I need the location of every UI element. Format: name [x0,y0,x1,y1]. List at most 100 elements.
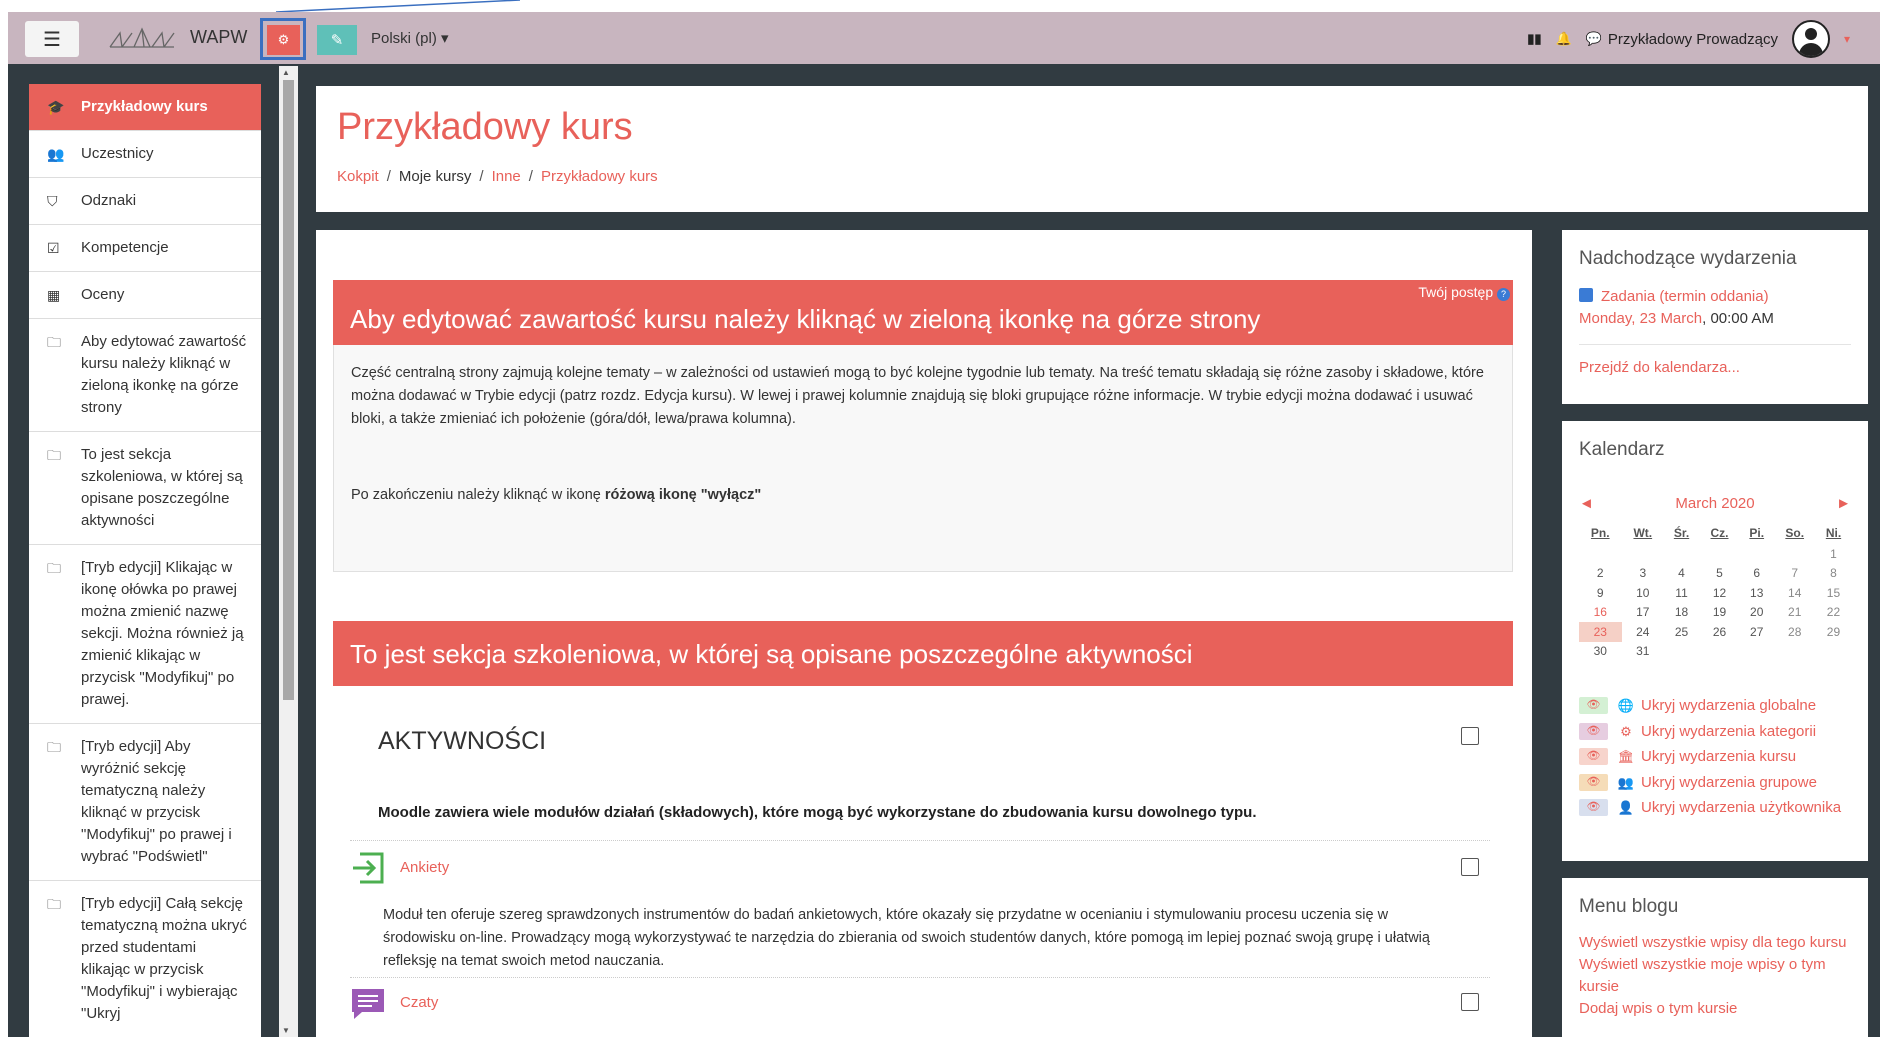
calendar-day[interactable]: 13 [1740,583,1773,603]
prev-month-icon[interactable]: ◄ [1579,495,1594,512]
calendar-day[interactable]: 15 [1816,583,1851,603]
event-filter[interactable]: 👁 👤 Ukryj wydarzenia użytkownika [1579,795,1851,821]
map-icon[interactable]: ▮▮ [1527,31,1541,47]
eye-icon[interactable]: 👁 [1579,697,1608,715]
user-caret-icon[interactable]: ▾ [1844,32,1850,46]
sidebar-scroll-thumb[interactable] [283,80,294,700]
nav-item-course[interactable]: 🎓 Przykładowy kurs [29,84,261,131]
filter-link[interactable]: Ukryj wydarzenia grupowe [1641,770,1817,796]
gear-icon: ⚙ [277,32,290,47]
nav-item[interactable]: 🗀 To jest sekcja szkoleniowa, w której są… [29,432,261,545]
nav-item[interactable]: 🗀 [Tryb edycji] Całą sekcję tematyczną mo… [29,881,261,1037]
progress-indicator[interactable]: Twój postęp ? [1418,284,1510,301]
calendar-day[interactable]: 9 [1579,583,1622,603]
calendar-day[interactable]: 19 [1699,603,1740,623]
calendar-day[interactable]: 16 [1579,603,1622,623]
language-menu[interactable]: Polski (pl) ▾ [371,29,449,47]
blog-link-my-entries[interactable]: Wyświetl wszystkie moje wpisy o tym kurs… [1579,954,1851,998]
nav-item[interactable]: 👥 Uczestnicy [29,131,261,178]
calendar-day[interactable]: 22 [1816,603,1851,623]
activity-link-ankiety[interactable]: Ankiety [400,859,449,876]
section-title[interactable]: To jest sekcja szkoleniowa, w której są … [333,621,1513,686]
goto-calendar-link[interactable]: Przejdź do kalendarza... [1579,359,1740,376]
calendar-day[interactable]: 5 [1699,564,1740,584]
calendar-day[interactable]: 1 [1816,544,1851,564]
calendar-day[interactable]: 3 [1622,564,1665,584]
nav-item[interactable]: ☑ Kompetencje [29,225,261,272]
calendar-day[interactable]: 23 [1579,622,1622,642]
user-name[interactable]: Przykładowy Prowadzący [1608,31,1778,48]
calendar-day[interactable]: 17 [1622,603,1665,623]
calendar-month[interactable]: March 2020 [1675,495,1754,512]
calendar-day[interactable]: 18 [1664,603,1699,623]
filter-link[interactable]: Ukryj wydarzenia kategorii [1641,719,1816,745]
calendar-day[interactable]: 28 [1773,622,1816,642]
site-brand[interactable]: WAPW [190,27,247,48]
calendar-day[interactable]: 12 [1699,583,1740,603]
nav-item[interactable]: 🗀 Aby edytować zawartość kursu należy kli… [29,319,261,432]
event-filters: 👁 🌐 Ukryj wydarzenia globalne 👁 ⚙ Ukryj wydar… [1579,693,1851,821]
calendar-day[interactable]: 10 [1622,583,1665,603]
calendar-day[interactable]: 6 [1740,564,1773,584]
avatar[interactable] [1791,20,1830,58]
calendar-day[interactable]: 11 [1664,583,1699,603]
calendar-day[interactable]: 4 [1664,564,1699,584]
breadcrumb-course[interactable]: Przykładowy kurs [541,168,658,185]
event-filter[interactable]: 👁 🌐 Ukryj wydarzenia globalne [1579,693,1851,719]
breadcrumb-separator: / [386,168,391,185]
event-filter[interactable]: 👁 🏛 Ukryj wydarzenia kursu [1579,744,1851,770]
completion-checkbox[interactable] [1461,993,1479,1011]
calendar-day[interactable]: 31 [1622,642,1665,662]
help-icon[interactable]: ? [1497,288,1510,301]
section-title[interactable]: Aby edytować zawartość kursu należy klik… [333,280,1513,345]
nav-item[interactable]: 🗀 [Tryb edycji] Aby wyróżnić sekcję temat… [29,724,261,881]
nav-item[interactable]: ⛉ Odznaki [29,178,261,225]
event-filter[interactable]: 👁 ⚙ Ukryj wydarzenia kategorii [1579,719,1851,745]
eye-icon[interactable]: 👁 [1579,799,1608,817]
edit-mode-button[interactable]: ✎ [317,25,357,55]
calendar-icon [1579,288,1593,302]
settings-toggle-button[interactable]: ⚙ [267,25,300,55]
eye-icon[interactable]: 👁 [1579,773,1608,791]
bell-icon[interactable]: 🔔 [1556,31,1572,47]
scroll-up-icon[interactable]: ▲ [282,68,290,77]
filter-link[interactable]: Ukryj wydarzenia użytkownika [1641,795,1841,821]
nav-item[interactable]: ▦ Oceny [29,272,261,319]
activity-link-czaty[interactable]: Czaty [400,994,438,1011]
calendar-day[interactable]: 8 [1816,564,1851,584]
calendar-day[interactable]: 24 [1622,622,1665,642]
nav-item[interactable]: 🗀 [Tryb edycji] Klikając w ikonę ołówka p… [29,545,261,724]
completion-checkbox[interactable] [1461,727,1479,745]
blog-link-course-entries[interactable]: Wyświetl wszystkie wpisy dla tego kursu [1579,932,1851,954]
calendar-day[interactable]: 30 [1579,642,1622,662]
weekday-header: Cz. [1710,526,1729,540]
event-date[interactable]: Monday, 23 March [1579,310,1702,327]
menu-toggle-button[interactable]: ☰ [25,21,79,57]
calendar-day[interactable]: 25 [1664,622,1699,642]
calendar-day[interactable]: 14 [1773,583,1816,603]
calendar-day[interactable]: 21 [1773,603,1816,623]
blog-link-add-entry[interactable]: Dodaj wpis o tym kursie [1579,998,1851,1020]
next-month-icon[interactable]: ► [1836,495,1851,512]
event-type-icon: 🏛 [1617,749,1635,764]
calendar-day[interactable]: 20 [1740,603,1773,623]
breadcrumb-inne[interactable]: Inne [492,168,521,185]
calendar-day[interactable]: 7 [1773,564,1816,584]
eye-icon[interactable]: 👁 [1579,748,1608,766]
progress-label: Twój postęp [1418,284,1494,300]
calendar-day[interactable]: 29 [1816,622,1851,642]
event-filter[interactable]: 👁 👥 Ukryj wydarzenia grupowe [1579,770,1851,796]
filter-link[interactable]: Ukryj wydarzenia globalne [1641,693,1816,719]
chat-icon[interactable]: 💬 [1586,31,1602,47]
calendar-day[interactable]: 27 [1740,622,1773,642]
event-link[interactable]: Zadania (termin oddania) [1601,288,1769,305]
scroll-down-icon[interactable]: ▼ [282,1026,290,1035]
completion-checkbox[interactable] [1461,858,1479,876]
filter-link[interactable]: Ukryj wydarzenia kursu [1641,744,1796,770]
breadcrumb-kokpit[interactable]: Kokpit [337,168,379,185]
eye-icon[interactable]: 👁 [1579,722,1608,740]
calendar-day[interactable]: 26 [1699,622,1740,642]
calendar-day[interactable]: 2 [1579,564,1622,584]
breadcrumb-moje-kursy[interactable]: Moje kursy [399,168,472,185]
calendar-day [1773,544,1816,564]
